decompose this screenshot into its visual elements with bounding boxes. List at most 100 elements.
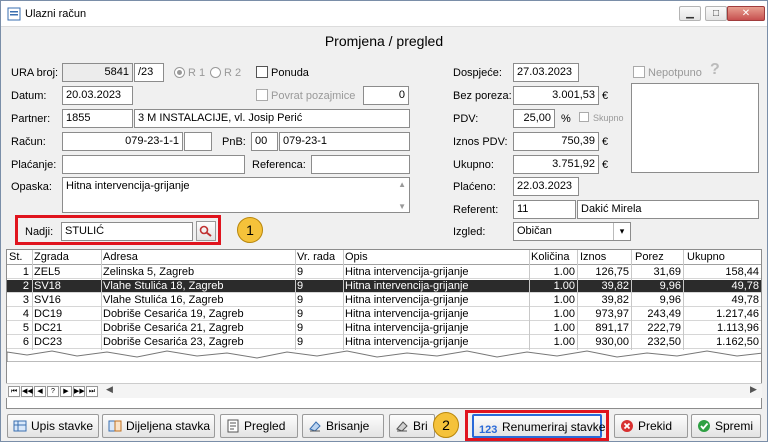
table-row[interactable]: 1 ZEL5 Zelinska 5, Zagreb 9 Hitna intervenci… — [7, 266, 761, 279]
cell-ukupno: 49,78 — [731, 280, 759, 292]
pnb-number-field[interactable]: 079-23-1 — [279, 132, 410, 151]
cell-st: 4 — [22, 308, 29, 320]
table-row[interactable]: 4 DC19 Dobriše Cesarića 19, Zagreb 9 Hitna i… — [7, 308, 761, 321]
prev-page-icon[interactable]: ◀◀ — [21, 386, 33, 397]
r2-label: R 2 — [224, 67, 242, 79]
cell-vr: 9 — [297, 266, 304, 278]
cell-zgrada: DC19 — [34, 308, 63, 320]
col-vr-rada[interactable]: Vr. rada — [297, 251, 335, 264]
povrat-checkbox[interactable] — [256, 89, 268, 101]
table-row[interactable]: 5 DC21 Dobriše Cesarića 21, Zagreb 9 Hitna i… — [7, 322, 761, 335]
currency-label: € — [602, 90, 609, 102]
ponuda-checkbox[interactable] — [256, 66, 268, 78]
pregled-button[interactable]: Pregled — [220, 414, 298, 438]
spremi-button[interactable]: Spremi — [691, 414, 761, 438]
col-ukupno[interactable]: Ukupno — [687, 251, 725, 264]
racun-extra-field[interactable] — [184, 132, 212, 151]
pnb-model-field[interactable]: 00 — [251, 132, 278, 151]
prev-record-icon[interactable]: ◀ — [34, 386, 46, 397]
maximize-button[interactable]: □ — [705, 6, 727, 21]
col-porez[interactable]: Porez — [635, 251, 664, 264]
chevron-down-icon[interactable]: ▾ — [613, 223, 630, 240]
help-icon[interactable]: ? — [710, 61, 720, 79]
help-nav-icon[interactable]: ? — [47, 386, 59, 397]
cell-st: 2 — [22, 280, 29, 292]
col-zgrada[interactable]: Zgrada — [34, 251, 69, 264]
izgled-select[interactable]: Običan ▾ — [513, 222, 631, 241]
povrat-label: Povrat pozajmice — [271, 90, 356, 102]
upis-stavke-button[interactable]: Upis stavke — [7, 414, 99, 438]
cell-adresa: Zelinska 5, Zagreb — [103, 266, 195, 278]
next-page-icon[interactable]: ▶▶ — [73, 386, 85, 397]
table-row[interactable]: 3 SV16 Vlahe Stulića 16, Zagreb 9 Hitna inte… — [7, 294, 761, 307]
search-icon — [199, 225, 212, 237]
brisanje-button[interactable]: Brisanje — [302, 414, 384, 438]
last-record-icon[interactable]: ⏭ — [86, 386, 98, 397]
opaska-textarea[interactable]: Hitna intervencija-grijanje ▲ ▼ — [62, 177, 410, 213]
placeno-field[interactable]: 22.03.2023 — [513, 177, 579, 196]
cell-porez: 9,96 — [659, 280, 681, 292]
referenca-field[interactable] — [311, 155, 410, 174]
scroll-right-icon[interactable]: ▶ — [750, 384, 757, 395]
racun-label: Račun: — [11, 136, 46, 148]
referenca-label: Referenca: — [252, 159, 306, 171]
bez-poreza-field[interactable]: 3.001,53 — [513, 86, 599, 105]
racun-field[interactable]: 079-23-1-1 — [62, 132, 183, 151]
cell-st: 1 — [22, 266, 29, 278]
first-record-icon[interactable]: ⏮ — [8, 386, 20, 397]
r1-radio[interactable] — [174, 67, 185, 78]
col-opis[interactable]: Opis — [345, 251, 368, 264]
pdv-label: PDV: — [453, 113, 479, 125]
cell-porez: 222,79 — [647, 322, 681, 334]
cell-vr: 9 — [297, 308, 304, 320]
datum-field[interactable]: 20.03.2023 — [62, 86, 133, 105]
search-button[interactable] — [196, 221, 216, 241]
bri-label: Bri — [413, 419, 428, 433]
povrat-field[interactable]: 0 — [363, 86, 409, 105]
referent-label: Referent: — [453, 204, 499, 216]
prekid-button[interactable]: Prekid — [614, 414, 688, 438]
dospijece-field[interactable]: 27.03.2023 — [513, 63, 579, 82]
cell-porez: 9,96 — [659, 294, 681, 306]
notes-box[interactable] — [631, 83, 759, 173]
eraser-icon — [309, 421, 321, 432]
referent-name-field[interactable]: Dakić Mirela — [577, 200, 759, 219]
ura-number-field[interactable]: 5841 — [62, 63, 133, 82]
izgled-value: Običan — [517, 225, 552, 237]
col-adresa[interactable]: Adresa — [103, 251, 138, 264]
renumeriraj-stavke-button[interactable]: 123 Renumeriraj stavke — [472, 414, 605, 438]
placanje-field[interactable] — [62, 155, 245, 174]
cell-ukupno: 1.113,96 — [716, 322, 759, 334]
cell-porez: 243,49 — [647, 308, 681, 320]
col-iznos[interactable]: Iznos — [580, 251, 606, 264]
cell-ukupno: 49,78 — [731, 294, 759, 306]
partner-id-field[interactable]: 1855 — [62, 109, 133, 128]
bri-button[interactable]: Bri — [389, 414, 435, 438]
scroll-up-icon[interactable]: ▲ — [398, 178, 406, 193]
table-header: St. Zgrada Adresa Vr. rada Opis Količina… — [7, 250, 761, 265]
next-record-icon[interactable]: ▶ — [60, 386, 72, 397]
cell-opis: Hitna intervencija-grijanje — [345, 322, 469, 334]
r2-radio[interactable] — [210, 67, 221, 78]
upis-stavke-label: Upis stavke — [31, 419, 94, 433]
pdv-rate-field[interactable]: 25,00 — [513, 109, 555, 128]
referent-id-field[interactable]: 11 — [513, 200, 576, 219]
col-st[interactable]: St. — [9, 251, 22, 264]
close-button[interactable]: ✕ — [727, 6, 765, 21]
cell-st: 3 — [22, 294, 29, 306]
scroll-down-icon[interactable]: ▼ — [398, 198, 406, 212]
iznos-pdv-field[interactable]: 750,39 — [513, 132, 599, 151]
table-row[interactable]: 2 SV18 Vlahe Stulića 18, Zagreb 9 Hitna inte… — [7, 280, 761, 293]
col-kolicina[interactable]: Količina — [531, 251, 570, 264]
skupno-checkbox[interactable] — [579, 112, 589, 122]
cell-ukupno: 158,44 — [725, 266, 759, 278]
currency-label: € — [602, 159, 609, 171]
ura-suffix-field[interactable]: /23 — [134, 63, 164, 82]
ukupno-field[interactable]: 3.751,92 — [513, 155, 599, 174]
minimize-button[interactable]: ▁ — [679, 6, 701, 21]
partner-name-field[interactable]: 3 M INSTALACIJE, vl. Josip Perić — [134, 109, 410, 128]
scroll-left-icon[interactable]: ◀ — [106, 384, 113, 395]
nepotpuno-checkbox[interactable] — [633, 66, 645, 78]
dijeljena-stavka-button[interactable]: Dijeljena stavka — [102, 414, 215, 438]
search-input[interactable]: STULIĆ — [61, 222, 193, 241]
